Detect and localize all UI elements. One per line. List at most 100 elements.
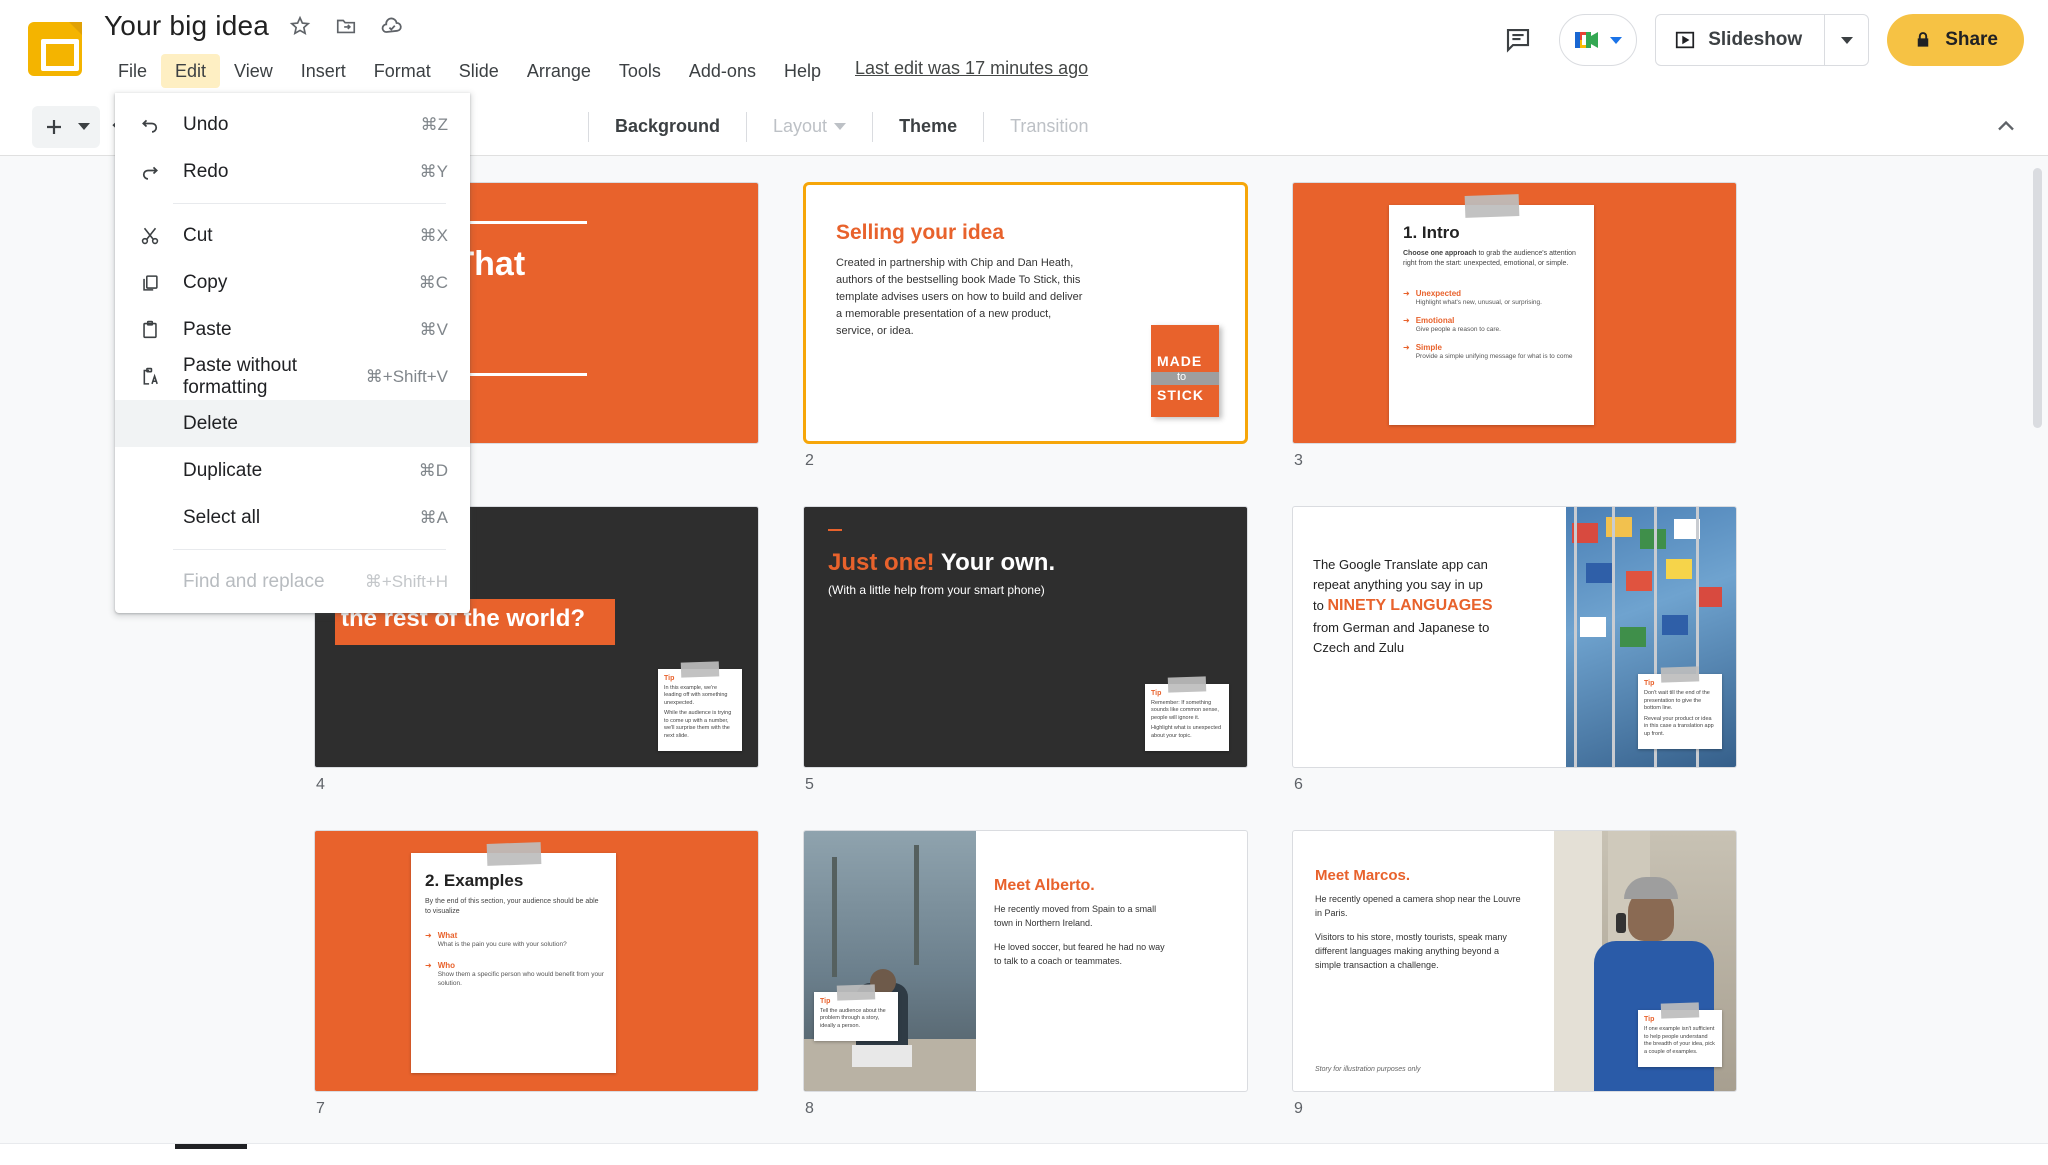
menu-item-shortcut: ⌘V	[419, 319, 448, 339]
layout-label: Layout	[773, 116, 828, 136]
top-bar: Your big idea File Edit View Insert Form…	[0, 0, 2048, 98]
slide-cell: 2. Examples By the end of this section, …	[314, 830, 759, 1118]
vertical-scrollbar[interactable]	[2032, 156, 2044, 1143]
slide-number: 6	[1294, 776, 1303, 793]
menu-edit[interactable]: Edit	[161, 54, 221, 88]
grid-view-button[interactable]	[182, 1157, 236, 1165]
menu-item-shortcut: ⌘X	[419, 225, 448, 245]
menu-item-cut[interactable]: Cut ⌘X	[115, 212, 470, 259]
menu-arrange[interactable]: Arrange	[513, 54, 605, 88]
slide-cell: The Google Translate app can repeat anyt…	[1292, 506, 1737, 794]
tip-text-1: Tell the audience about the problem thro…	[820, 1007, 886, 1029]
toolbar-divider	[746, 111, 748, 142]
copy-icon	[139, 272, 173, 294]
play-icon	[1676, 31, 1695, 49]
menu-item-redo[interactable]: Redo ⌘Y	[115, 148, 470, 195]
bullet-text: What is the pain you cure with your solu…	[437, 941, 567, 948]
menu-item-undo[interactable]: Undo ⌘Z	[115, 101, 470, 148]
zoom-reset-button[interactable]	[997, 1157, 1051, 1165]
bottom-bar	[0, 1143, 2048, 1165]
arrow-bullet-icon: ➜	[425, 961, 432, 971]
book-line-1: MADE	[1157, 353, 1203, 369]
chevron-down-icon	[834, 123, 847, 130]
slideshow-options-button[interactable]	[1824, 15, 1868, 65]
menu-item-shortcut: ⌘Y	[419, 161, 448, 181]
bullet-text: Give people a reason to care.	[1415, 326, 1501, 334]
slide-thumbnail-9[interactable]: Meet Marcos. He recently opened a camera…	[1292, 830, 1737, 1092]
slideshow-label: Slideshow	[1708, 29, 1803, 50]
toolbar-divider	[588, 111, 589, 142]
slides-app-icon	[28, 22, 82, 76]
chevron-down-icon	[1610, 36, 1623, 44]
menu-item-duplicate[interactable]: Duplicate ⌘D	[115, 447, 470, 494]
theme-button[interactable]: Theme	[887, 110, 969, 143]
menu-help[interactable]: Help	[770, 54, 835, 88]
menu-addons[interactable]: Add-ons	[675, 54, 770, 88]
menu-item-copy[interactable]: Copy ⌘C	[115, 259, 470, 306]
slide-9-footnote: Story for illustration purposes only	[1315, 1066, 1421, 1073]
arrow-bullet-icon: ➜	[1403, 343, 1410, 353]
slide-cell: Meet Marcos. He recently opened a camera…	[1292, 830, 1737, 1118]
bullet-heading: Simple	[1415, 343, 1442, 353]
zoom-controls	[903, 1157, 1145, 1165]
menu-tools[interactable]: Tools	[605, 54, 675, 88]
bullet-heading: Emotional	[1415, 316, 1455, 326]
transition-button: Transition	[1010, 116, 1089, 136]
tip-text-2: Highlight what is unexpected about your …	[1151, 725, 1222, 739]
menu-slide[interactable]: Slide	[445, 54, 513, 88]
menu-item-label: Paste without formatting	[183, 354, 298, 398]
bullet-text: Highlight what's new, unusual, or surpri…	[1415, 299, 1542, 306]
menu-item-select-all[interactable]: Select all ⌘A	[115, 494, 470, 541]
menu-separator	[173, 549, 446, 550]
slide-thumbnail-3[interactable]: 1. Intro Choose one approach to grab the…	[1292, 182, 1737, 444]
menu-item-shortcut: ⌘C	[418, 272, 448, 292]
menu-insert[interactable]: Insert	[287, 54, 360, 88]
layout-button: Layout	[761, 110, 858, 143]
menu-item-shortcut: ⌘A	[419, 507, 448, 527]
tip-text-1: Remember: If something sounds like commo…	[1151, 699, 1219, 721]
menu-bar: File Edit View Insert Format Slide Arran…	[104, 54, 835, 88]
menu-item-delete[interactable]: Delete	[115, 400, 470, 447]
scrollbar-thumb[interactable]	[2033, 168, 2042, 428]
slide-thumbnail-8[interactable]: Meet Alberto. He recently moved from Spa…	[803, 830, 1248, 1092]
clipboard-text-icon	[139, 366, 173, 388]
slideshow-button[interactable]: Slideshow	[1656, 15, 1824, 65]
slide-thumbnail-2[interactable]: Selling your idea Created in partnership…	[803, 182, 1248, 444]
last-edit-status[interactable]: Last edit was 17 minutes ago	[855, 58, 1088, 79]
slide-thumbnail-5[interactable]: Just one! Your own. (With a little help …	[803, 506, 1248, 768]
share-button[interactable]: Share	[1887, 14, 2024, 66]
filmstrip-view-button[interactable]	[40, 1157, 94, 1165]
slide-7-title: 2. Examples	[425, 871, 524, 890]
document-title[interactable]: Your big idea	[104, 10, 269, 42]
book-line-3: STICK	[1157, 387, 1204, 403]
chevron-down-icon[interactable]	[78, 123, 90, 130]
chevron-up-icon	[1998, 120, 2014, 131]
menu-item-paste-without-formatting[interactable]: Paste without formatting ⌘+Shift+V	[115, 353, 470, 400]
cloud-saved-icon[interactable]	[377, 11, 407, 41]
move-to-folder-icon[interactable]	[331, 11, 361, 41]
star-icon[interactable]	[285, 11, 315, 41]
menu-view[interactable]: View	[220, 54, 287, 88]
menu-format[interactable]: Format	[360, 54, 445, 88]
google-meet-button[interactable]	[1559, 14, 1638, 66]
collapse-toolbar-button[interactable]	[1992, 112, 2020, 145]
zoom-in-button[interactable]	[1091, 1157, 1145, 1165]
slide-thumbnail-7[interactable]: 2. Examples By the end of this section, …	[314, 830, 759, 1092]
slide-thumbnail-6[interactable]: The Google Translate app can repeat anyt…	[1292, 506, 1737, 768]
menu-item-label: Find and replace	[183, 570, 325, 592]
menu-item-find-and-replace: Find and replace ⌘+Shift+H	[115, 558, 470, 605]
menu-item-paste[interactable]: Paste ⌘V	[115, 306, 470, 353]
menu-item-label: Delete	[183, 412, 238, 434]
edit-menu-dropdown: Undo ⌘Z Redo ⌘Y Cut ⌘X Copy ⌘C Paste ⌘V	[115, 93, 470, 613]
new-slide-button[interactable]	[32, 105, 100, 148]
bullet-heading: Unexpected	[1415, 289, 1462, 298]
tip-text-2: Reveal your product or idea in this case…	[1644, 715, 1714, 737]
comment-icon[interactable]	[1495, 17, 1541, 63]
slide-9-title: Meet Marcos.	[1315, 867, 1411, 884]
menu-file[interactable]: File	[104, 54, 161, 88]
scissors-icon	[139, 225, 173, 247]
slide-5-subtitle: (With a little help from your smart phon…	[828, 583, 1045, 597]
zoom-out-button[interactable]	[903, 1157, 957, 1165]
book-line-2: to	[1177, 371, 1187, 383]
background-button[interactable]: Background	[603, 110, 732, 143]
